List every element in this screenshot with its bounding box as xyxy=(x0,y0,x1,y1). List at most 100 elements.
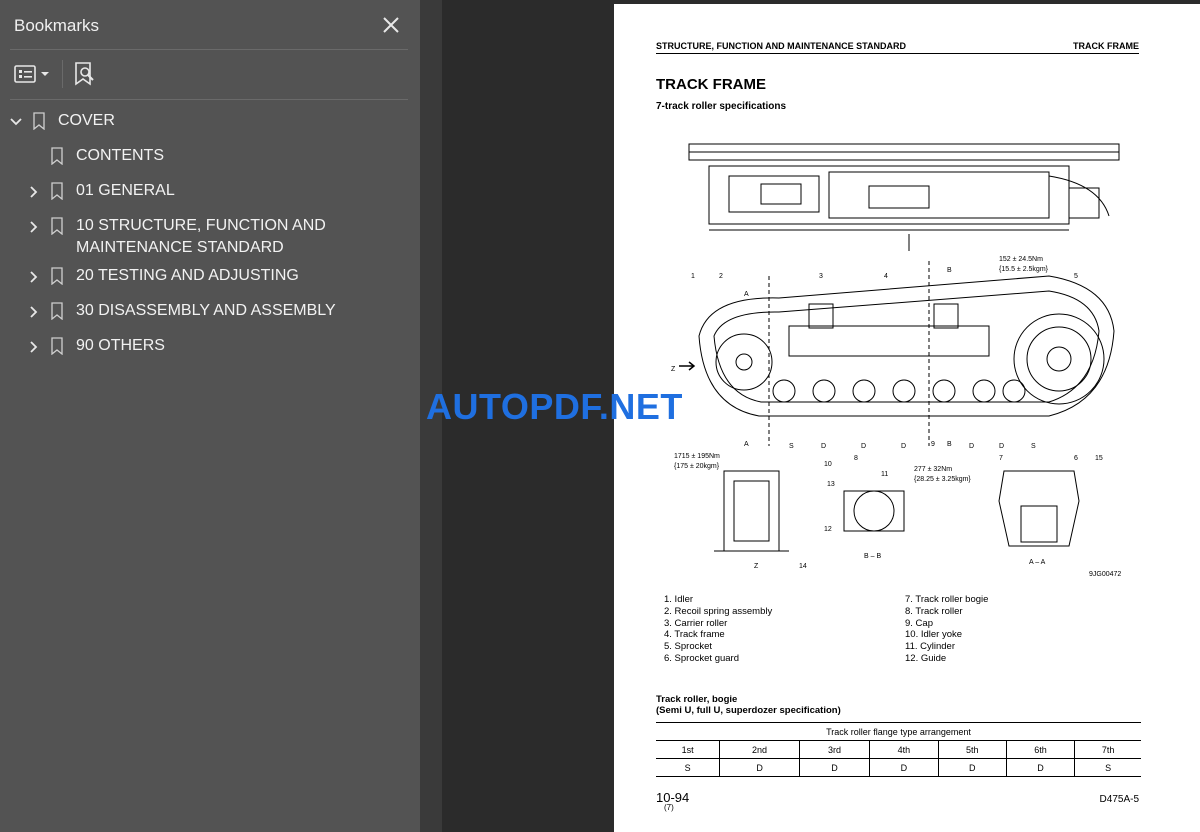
table-header: 5th xyxy=(937,740,1007,759)
bookmark-item-cover[interactable]: COVER xyxy=(0,110,410,134)
legend-item: 7. Track roller bogie xyxy=(905,594,989,605)
bookmark-item-testing[interactable]: 20 TESTING AND ADJUSTING xyxy=(0,265,410,289)
bookmark-item-contents[interactable]: CONTENTS xyxy=(0,145,410,169)
divider xyxy=(10,99,408,100)
torque-note-2: 1715 ± 195Nm xyxy=(674,453,720,460)
close-icon[interactable] xyxy=(380,14,402,36)
legend-item: 9. Cap xyxy=(905,617,933,629)
legend-item: 6. Sprocket guard xyxy=(664,652,739,664)
track-frame-drawing: 1 2 3 4 5 6 7 8 9 10 11 12 13 14 15 152 … xyxy=(671,143,1121,578)
table-header: 7th xyxy=(1074,740,1141,759)
toolbar-divider xyxy=(62,60,63,88)
torque-note-3: 277 ± 32Nm xyxy=(914,466,952,473)
bookmark-label: COVER xyxy=(58,112,115,129)
table-cell: D xyxy=(798,758,870,777)
callout-15: 15 xyxy=(1095,455,1103,462)
bookmark-item-structure[interactable]: 10 STRUCTURE, FUNCTION AND MAINTENANCE S… xyxy=(0,215,410,261)
table-header: 3rd xyxy=(798,740,870,759)
bookmark-icon xyxy=(51,267,63,286)
running-header-left: STRUCTURE, FUNCTION AND MAINTENANCE STAN… xyxy=(656,41,906,51)
legend-item: 2. Recoil spring assembly xyxy=(664,605,773,617)
document-page: STRUCTURE, FUNCTION AND MAINTENANCE STAN… xyxy=(614,4,1200,832)
header-rule xyxy=(656,53,1139,54)
legend-item: 10. Idler yoke xyxy=(905,629,963,641)
callout-8: 8 xyxy=(854,455,858,462)
bookmark-icon xyxy=(51,147,63,166)
legend-item: 5. Sprocket xyxy=(664,641,713,653)
flange-arrangement-table: Track roller flange type arrangement 1st… xyxy=(656,722,1141,777)
page-revision: (7) xyxy=(664,803,674,812)
flange-mark: S xyxy=(1031,443,1036,450)
chevron-right-icon[interactable] xyxy=(27,220,41,234)
flange-mark: D xyxy=(861,443,866,450)
bookmark-item-disassembly[interactable]: 30 DISASSEMBLY AND ASSEMBLY xyxy=(0,300,410,324)
chevron-right-icon[interactable] xyxy=(27,185,41,199)
bookmark-label: 30 DISASSEMBLY AND ASSEMBLY xyxy=(76,302,336,319)
table-header: 6th xyxy=(1005,740,1075,759)
section-mark-a: A xyxy=(744,291,749,298)
torque-note-1: 152 ± 24.5Nm xyxy=(999,256,1043,263)
table-caption: Track roller flange type arrangement xyxy=(656,722,1141,741)
section-mark-b: B xyxy=(947,267,952,274)
table-cell: D xyxy=(1005,758,1075,777)
figure-code: 9JG00472 xyxy=(1089,571,1121,578)
bookmark-label: 90 OTHERS xyxy=(76,337,165,354)
flange-mark: D xyxy=(999,443,1004,450)
torque-note-3b: {28.25 ± 3.25kgm} xyxy=(914,476,971,483)
running-header-right: TRACK FRAME xyxy=(1073,41,1139,51)
bookmark-icon xyxy=(33,112,45,131)
bookmark-label: CONTENTS xyxy=(76,147,164,164)
bookmark-item-others[interactable]: 90 OTHERS xyxy=(0,335,410,359)
section-subtitle: 7-track roller specifications xyxy=(656,101,787,112)
torque-note-1b: {15.5 ± 2.5kgm} xyxy=(999,266,1049,273)
flange-mark: D xyxy=(821,443,826,450)
bookmarks-panel: Bookmarks COVER CONTENTS 01 GENERAL 10 S… xyxy=(0,0,420,832)
callout-14: 14 xyxy=(799,563,807,570)
legend-item: 12. Guide xyxy=(905,652,947,664)
callout-12: 12 xyxy=(824,526,832,533)
panel-title: Bookmarks xyxy=(14,16,100,35)
callout-13: 13 xyxy=(827,481,835,488)
table-header: 2nd xyxy=(719,740,800,759)
legend-item: 1. Idler xyxy=(664,594,694,605)
bogie-subtitle: (Semi U, full U, superdozer specificatio… xyxy=(656,705,841,716)
bookmark-label: 10 STRUCTURE, FUNCTION AND MAINTENANCE S… xyxy=(76,217,326,256)
view-z-label: Z xyxy=(754,563,759,570)
chevron-down-icon[interactable] xyxy=(9,115,23,129)
callout-11: 11 xyxy=(881,471,888,478)
flange-mark: D xyxy=(901,443,906,450)
callout-1: 1 xyxy=(691,273,695,280)
table-cell: D xyxy=(719,758,800,777)
bookmark-item-general[interactable]: 01 GENERAL xyxy=(0,180,410,204)
legend-item: 11. Cylinder xyxy=(905,641,955,653)
callout-7: 7 xyxy=(999,455,1003,462)
legend-item: 4. Track frame xyxy=(664,629,725,641)
bookmark-label: 20 TESTING AND ADJUSTING xyxy=(76,267,299,284)
table-header: 1st xyxy=(656,740,720,759)
callout-3: 3 xyxy=(819,273,823,280)
bogie-title: Track roller, bogie xyxy=(656,694,738,705)
legend-right: 7. Track roller bogie 8. Track roller 9.… xyxy=(905,594,988,665)
bookmark-icon xyxy=(51,182,63,201)
bookmark-icon xyxy=(51,337,63,356)
callout-2: 2 xyxy=(719,273,723,280)
section-mark-b-lower: B xyxy=(947,441,952,448)
table-cell: D xyxy=(937,758,1007,777)
callout-5: 5 xyxy=(1074,273,1078,280)
view-aa-label: A – A xyxy=(1029,559,1046,566)
find-bookmark-icon[interactable] xyxy=(72,60,98,88)
callout-4: 4 xyxy=(884,273,888,280)
view-bb-label: B – B xyxy=(864,553,881,560)
model-code: D475A-5 xyxy=(1099,794,1139,805)
section-title: TRACK FRAME xyxy=(656,76,766,93)
bookmark-icon xyxy=(51,217,63,236)
bookmark-options-button[interactable] xyxy=(12,60,54,88)
chevron-right-icon[interactable] xyxy=(27,270,41,284)
chevron-right-icon[interactable] xyxy=(27,340,41,354)
table-cell: D xyxy=(869,758,939,777)
table-cell: S xyxy=(656,758,720,777)
torque-note-2b: {175 ± 20kgm} xyxy=(674,463,720,470)
watermark: AUTOPDF.NET xyxy=(426,386,683,427)
bookmark-icon xyxy=(51,302,63,321)
chevron-right-icon[interactable] xyxy=(27,305,41,319)
